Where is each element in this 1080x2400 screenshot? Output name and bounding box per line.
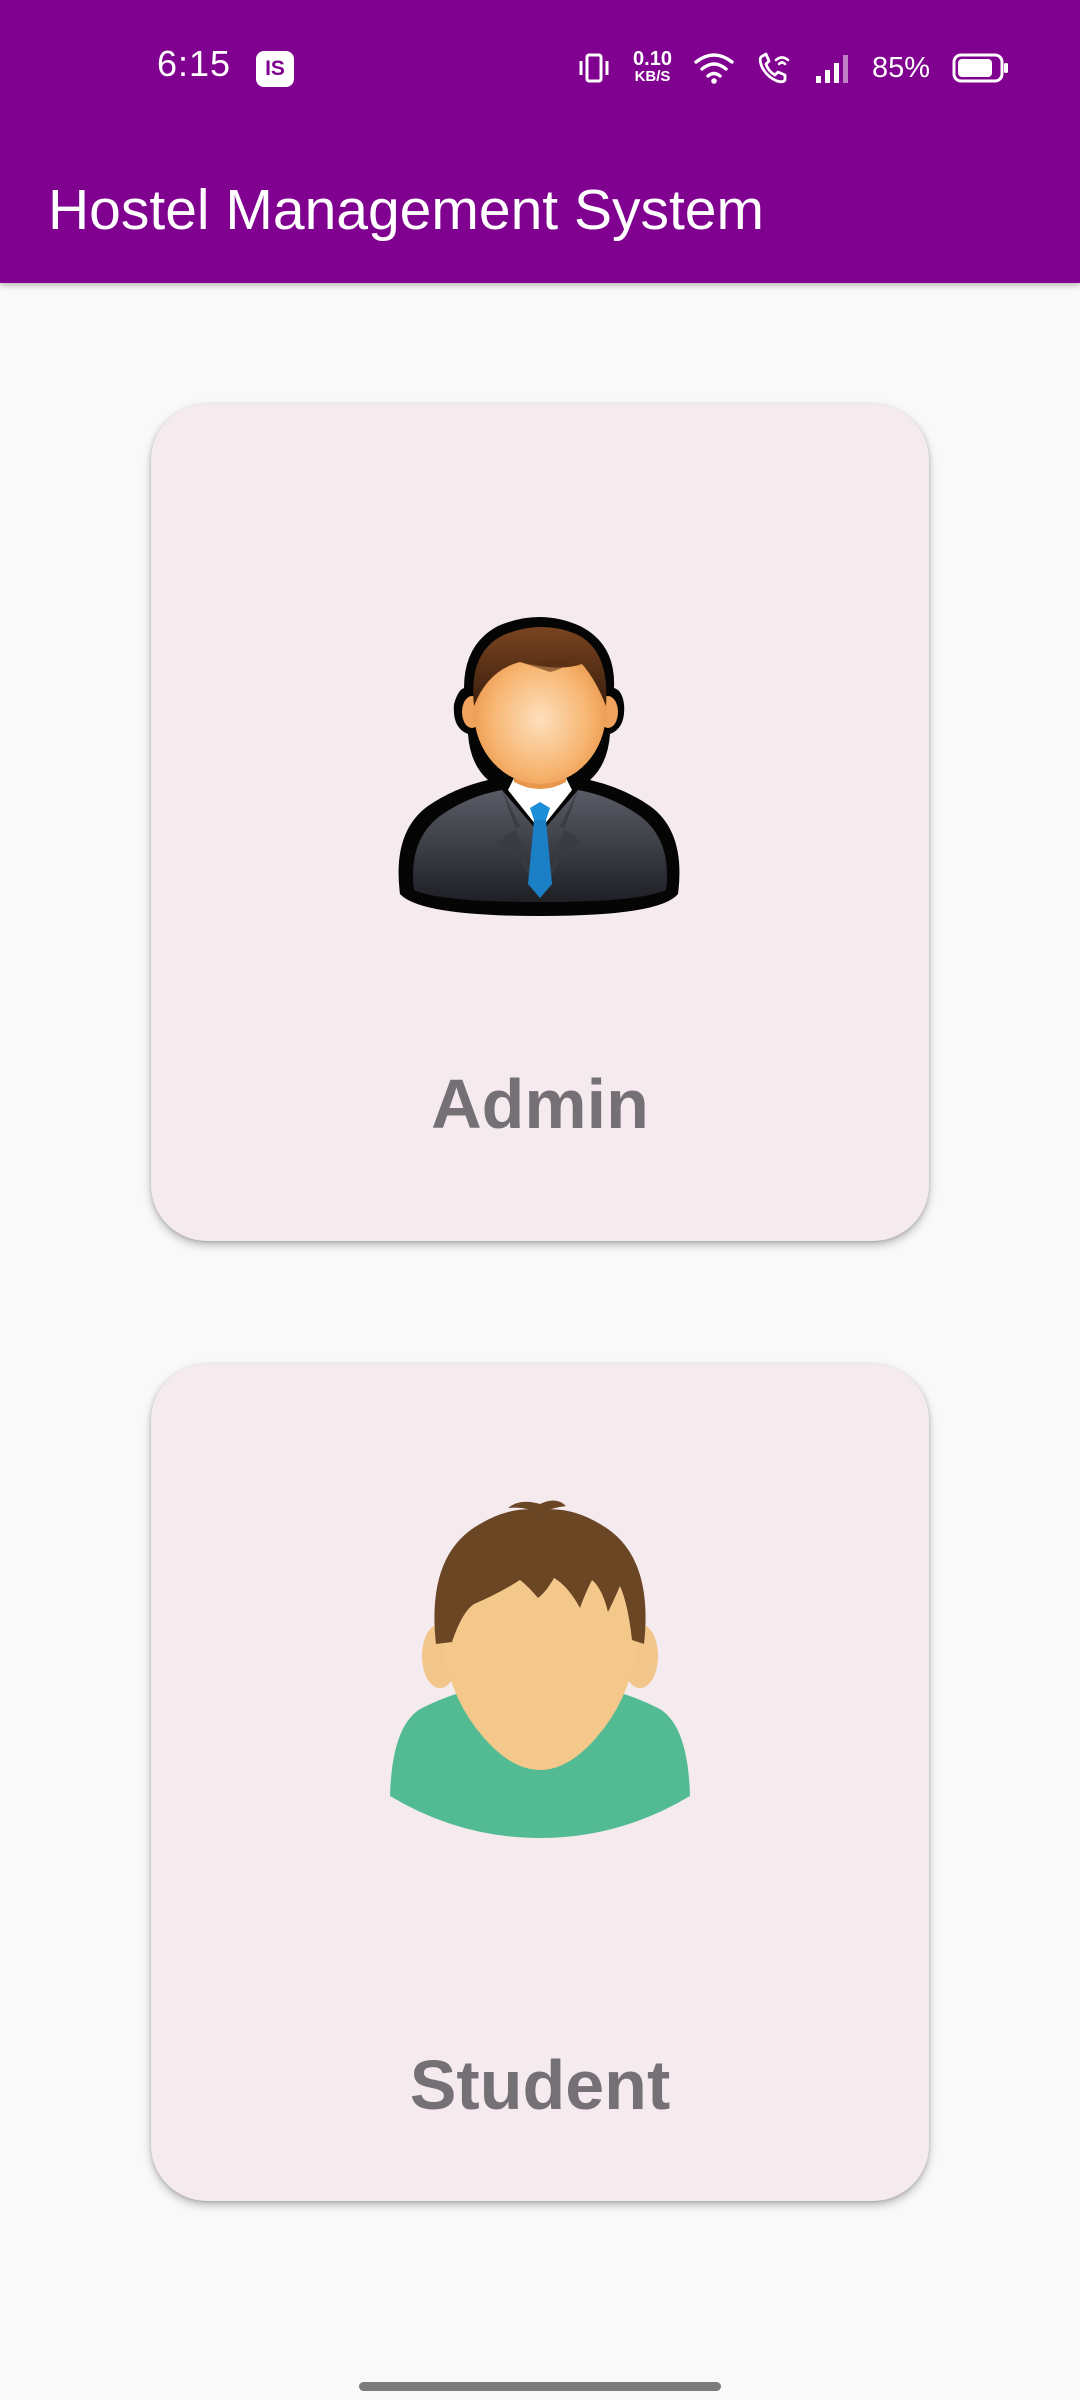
network-speed: 0.10 KB/S [633,48,672,85]
network-speed-unit: KB/S [634,68,671,85]
student-label: Student [409,2046,671,2124]
status-time: 6:15 [157,43,232,84]
app-bar: Hostel Management System [0,135,1080,283]
battery-icon [952,53,1008,83]
status-bar: 6:15 IS 0.10 KB/S 85% [0,0,1080,135]
vibrate-icon [579,53,609,83]
student-card[interactable]: Student [151,1364,929,2201]
student-avatar-icon [390,1500,690,1838]
wifi-icon [694,53,734,84]
battery-percent: 85% [871,51,930,84]
wifi-call-icon [758,52,790,84]
home-indicator[interactable] [359,2382,721,2391]
admin-card[interactable]: Admin [151,404,929,1241]
app-title: Hostel Management System [48,178,764,242]
signal-icon [815,55,848,83]
notification-badge: IS [256,51,294,87]
status-indicators: 0.10 KB/S 85% [577,40,1010,96]
network-speed-value: 0.10 [633,48,672,70]
admin-avatar-icon [398,617,680,916]
admin-label: Admin [431,1065,649,1143]
